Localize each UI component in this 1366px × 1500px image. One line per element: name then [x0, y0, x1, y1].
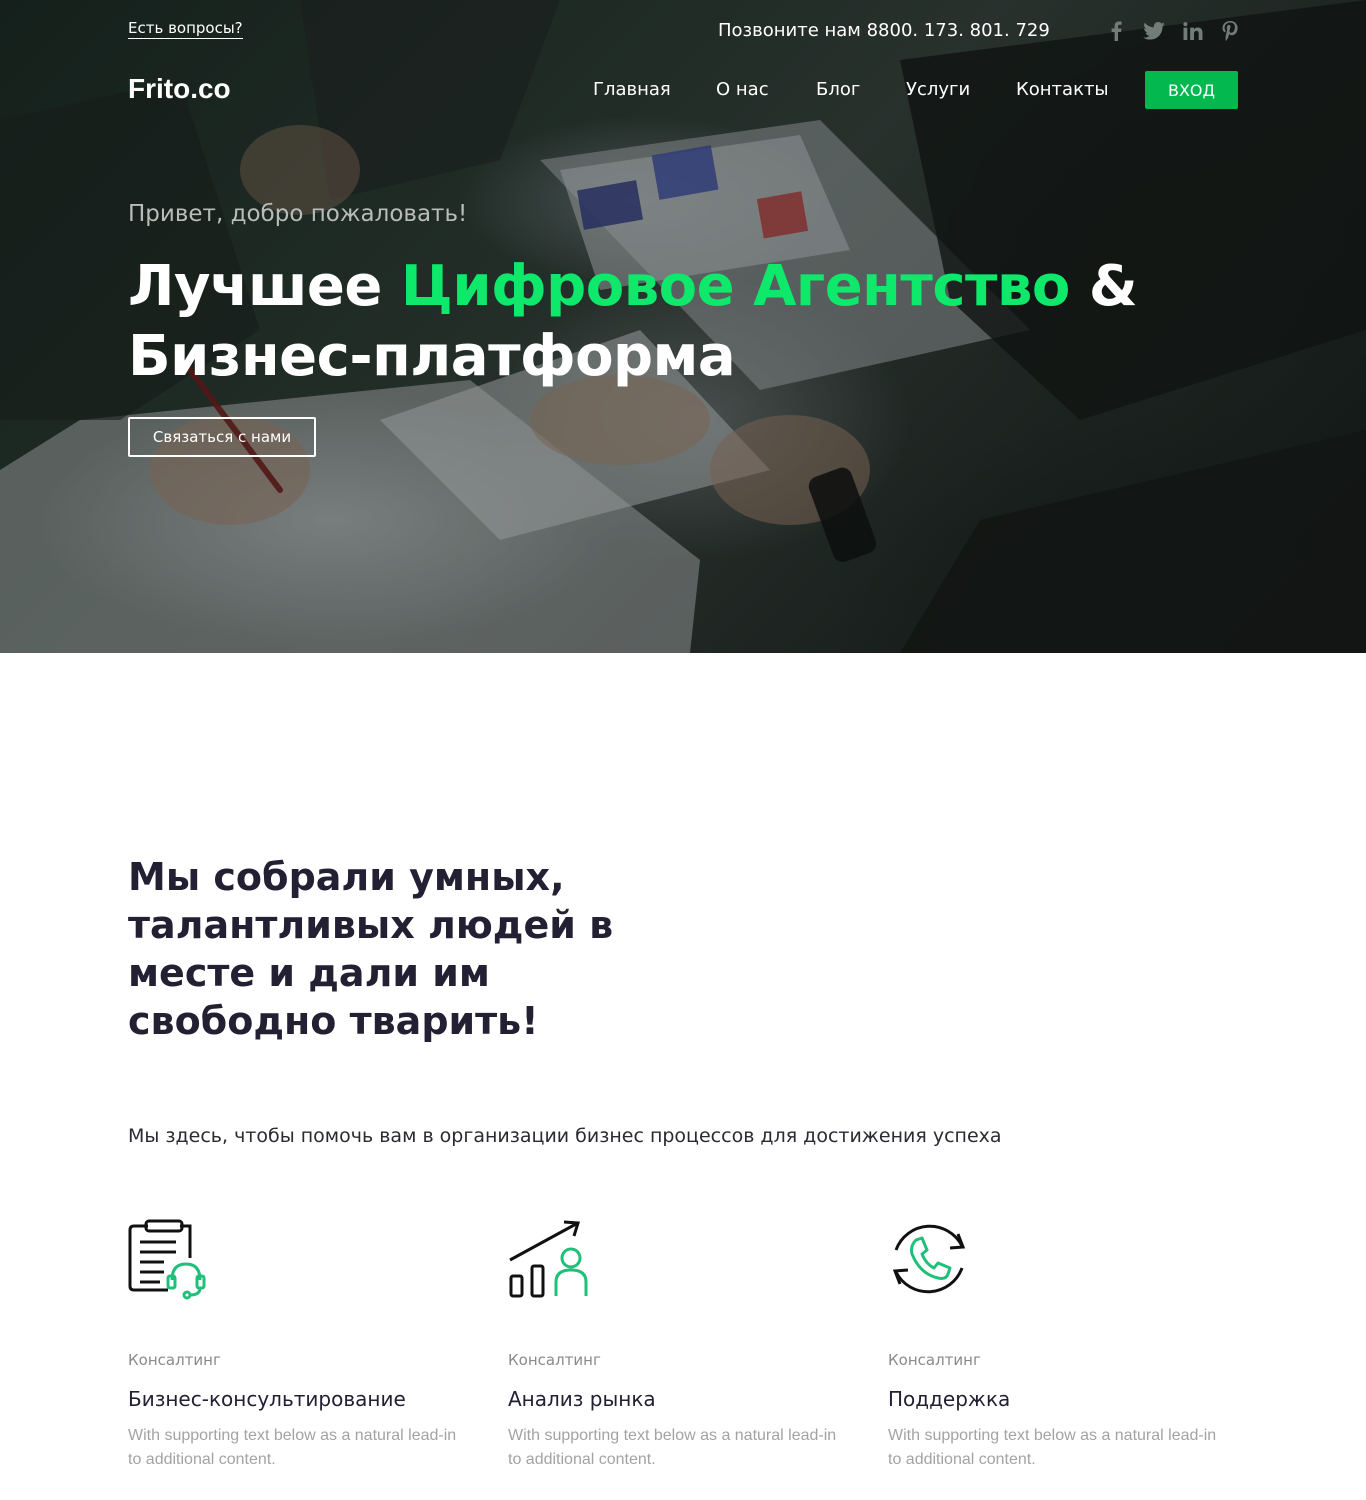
nav-item-services[interactable]: Услуги [906, 79, 970, 100]
service-card-business-consulting: Консалтинг Бизнес-консультирование With … [128, 1218, 468, 1468]
service-category: Консалтинг [128, 1351, 221, 1369]
service-card-support: Консалтинг Поддержка With supporting tex… [888, 1218, 1228, 1468]
nav-item-contacts[interactable]: Контакты [1016, 79, 1109, 100]
hero-section: Есть вопросы? Позвоните нам 8800. 173. 8… [0, 0, 1366, 653]
about-heading: Мы собрали умных, талантливых людей в ме… [128, 855, 614, 1043]
service-description: With supporting text below as a natural … [508, 1427, 837, 1468]
about-subtitle: Мы здесь, чтобы помочь вам в организации… [128, 1125, 1002, 1147]
twitter-icon[interactable] [1142, 20, 1166, 42]
nav-item-home[interactable]: Главная [593, 79, 671, 100]
service-category: Консалтинг [888, 1351, 981, 1369]
service-category: Консалтинг [508, 1351, 601, 1369]
market-analysis-chart-icon [509, 1220, 588, 1298]
service-title: Поддержка [888, 1387, 1011, 1411]
service-description: With supporting text below as a natural … [128, 1427, 457, 1468]
service-card-market-analysis: Консалтинг Анализ рынка With supporting … [508, 1218, 848, 1468]
hero-greeting: Привет, добро пожаловать! [128, 201, 468, 227]
service-title: Бизнес-консультирование [128, 1387, 406, 1411]
facebook-icon[interactable] [1106, 20, 1126, 42]
hero-title-accent: Цифровое Агентство [400, 254, 1071, 319]
questions-link[interactable]: Есть вопросы? [128, 19, 243, 39]
phone-number: Позвоните нам 8800. 173. 801. 729 [718, 20, 1050, 41]
service-description: With supporting text below as a natural … [888, 1427, 1217, 1468]
service-title: Анализ рынка [508, 1387, 656, 1411]
pinterest-icon[interactable] [1221, 20, 1239, 42]
nav-item-about[interactable]: О нас [716, 79, 769, 100]
contact-us-button[interactable]: Связаться с нами [128, 417, 316, 457]
hero-title: Лучшее Цифровое Агентство & Бизнес-платф… [128, 252, 1228, 392]
login-button[interactable]: ВХОД [1145, 71, 1238, 109]
consulting-clipboard-headset-icon [128, 1219, 206, 1300]
site-logo[interactable]: Frito.co [128, 73, 231, 105]
support-phone-icon [892, 1224, 966, 1294]
linkedin-icon[interactable] [1182, 20, 1204, 42]
hero-title-part1: Лучшее [128, 254, 401, 319]
nav-item-blog[interactable]: Блог [816, 79, 860, 100]
